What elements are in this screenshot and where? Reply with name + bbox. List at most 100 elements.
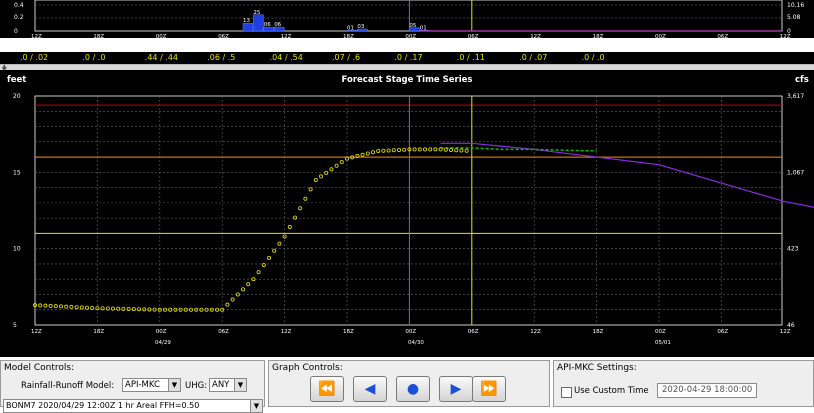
observed-point bbox=[402, 147, 407, 152]
precip-total-label: .0 / .0 bbox=[82, 53, 106, 62]
observed-point bbox=[287, 225, 292, 230]
observed-point bbox=[79, 305, 84, 310]
use-custom-time-label: Use Custom Time bbox=[574, 386, 649, 396]
stage-chart-svg: Forecast Stage Time Series feet cfs 20 15 10 5… bbox=[7, 75, 814, 346]
x-tick-label: 18Z bbox=[593, 329, 604, 335]
bar-value-label: 25 bbox=[253, 10, 260, 16]
next-step-button[interactable]: ▶ bbox=[439, 376, 473, 402]
chevron-down-icon[interactable]: ▼ bbox=[250, 400, 262, 412]
precip-total-label: .0 / .0 bbox=[581, 53, 605, 62]
use-custom-time-checkbox[interactable] bbox=[561, 387, 572, 398]
y-tick-label: 15 bbox=[13, 169, 21, 176]
observed-point bbox=[53, 304, 58, 309]
date-label: 04/29 bbox=[155, 340, 171, 346]
previous-step-button[interactable]: ◀ bbox=[353, 376, 387, 402]
precip-bar-chart: 0.4 0.2 0 10.16 5.08 0 12Z 18Z 00Z 06Z 12Z 18Z 00Z 06… bbox=[0, 0, 814, 40]
custom-time-field[interactable]: 2020-04-29 18:00:00 bbox=[657, 383, 757, 398]
bar-value-label: 03 bbox=[357, 24, 364, 30]
double-chevron-left-icon: ⏪ bbox=[318, 381, 336, 397]
y-tick-label-right: 423 bbox=[787, 246, 799, 253]
x-tick-label: 00Z bbox=[405, 34, 416, 38]
precip-total-label: .0 / .02 bbox=[20, 53, 49, 62]
rainfall-runoff-select[interactable]: API-MKC ▼ bbox=[122, 378, 181, 392]
date-label: 04/30 bbox=[408, 340, 424, 346]
observed-point bbox=[292, 215, 297, 220]
observed-point bbox=[43, 303, 48, 308]
observed-point bbox=[433, 147, 438, 152]
observed-point bbox=[126, 306, 131, 311]
observed-point bbox=[240, 287, 245, 292]
observed-point bbox=[142, 307, 147, 312]
api-settings-title: API-MKC Settings: bbox=[557, 363, 637, 373]
observed-point bbox=[334, 163, 339, 168]
observed-point bbox=[69, 304, 74, 309]
observed-point bbox=[266, 255, 271, 260]
y-axis-label: feet bbox=[7, 75, 26, 85]
x-tick-label: 12Z bbox=[31, 34, 42, 38]
circle-icon: ● bbox=[406, 381, 420, 397]
observed-point bbox=[308, 187, 313, 192]
y-tick-label: 0.4 bbox=[14, 2, 24, 9]
forecast-series-line bbox=[440, 142, 814, 208]
first-step-button[interactable]: ⏪ bbox=[310, 376, 344, 402]
observed-point bbox=[136, 307, 141, 312]
last-step-button[interactable]: ⏩ bbox=[472, 376, 506, 402]
ffh-select[interactable]: BONM7 2020/04/29 12:00Z 1 hr Areal FFH=0… bbox=[3, 399, 263, 413]
observed-point bbox=[391, 148, 396, 153]
y-tick-label-right: 10.16 bbox=[787, 2, 804, 9]
precip-total-label: .06 / .5 bbox=[207, 53, 236, 62]
observed-point bbox=[376, 148, 381, 153]
double-chevron-right-icon: ⏩ bbox=[480, 381, 498, 397]
observed-point bbox=[318, 174, 323, 179]
x-tick-label: 06Z bbox=[717, 329, 728, 335]
observed-point bbox=[454, 148, 459, 153]
x-tick-label: 12Z bbox=[780, 329, 791, 335]
x-tick-label: 06Z bbox=[468, 34, 479, 38]
x-tick-label: 06Z bbox=[468, 329, 479, 335]
precip-total-label: .44 / .44 bbox=[144, 53, 179, 62]
observed-point bbox=[131, 307, 136, 312]
plot-frame bbox=[34, 95, 783, 326]
bar-value-label: 06 bbox=[264, 22, 271, 28]
observed-point bbox=[230, 297, 235, 302]
observed-point bbox=[303, 196, 308, 201]
ffh-value: BONM7 2020/04/29 12:00Z 1 hr Areal FFH=0… bbox=[6, 401, 200, 410]
api-settings-panel: API-MKC Settings: Use Custom Time 2020-0… bbox=[553, 360, 814, 407]
observed-point bbox=[38, 303, 43, 308]
observed-point bbox=[74, 305, 79, 310]
observed-point bbox=[272, 248, 277, 253]
precip-bar bbox=[253, 14, 264, 32]
chart-title: Forecast Stage Time Series bbox=[342, 75, 473, 85]
observed-point bbox=[100, 306, 105, 311]
observed-point bbox=[225, 302, 230, 307]
bar-value-label: 05 bbox=[409, 23, 416, 29]
x-tick-label: 18Z bbox=[343, 34, 354, 38]
precip-total-label: .04 / .54 bbox=[269, 53, 303, 62]
precip-total-label: .0 / .11 bbox=[456, 53, 485, 62]
y-tick-label: 0.2 bbox=[14, 14, 24, 21]
bar-value-label: 01 bbox=[347, 25, 354, 31]
uhg-label: UHG: bbox=[185, 381, 208, 391]
x-tick-label: 06Z bbox=[218, 34, 229, 38]
x-tick-label: 06Z bbox=[717, 34, 728, 38]
y-tick-label: 0 bbox=[14, 28, 18, 35]
observed-point bbox=[370, 150, 375, 155]
observed-point bbox=[422, 147, 427, 152]
y-tick-label: 10 bbox=[13, 246, 21, 253]
triangle-left-icon: ◀ bbox=[364, 381, 376, 397]
y-tick-label-right: 3,617 bbox=[787, 93, 804, 100]
chevron-down-icon[interactable]: ▼ bbox=[234, 379, 246, 391]
x-tick-label: 00Z bbox=[156, 329, 167, 335]
current-time-button[interactable]: ● bbox=[396, 376, 430, 402]
precip-bar bbox=[242, 22, 254, 32]
bar-value-label: 13 bbox=[243, 18, 250, 24]
x-tick-label: 06Z bbox=[218, 329, 229, 335]
uhg-select[interactable]: ANY ▼ bbox=[209, 378, 247, 392]
x-tick-label: 12Z bbox=[530, 34, 541, 38]
model-controls-panel: Model Controls: Rainfall-Runoff Model: A… bbox=[0, 360, 265, 413]
observed-point bbox=[59, 304, 64, 309]
chevron-down-icon[interactable]: ▼ bbox=[168, 379, 180, 391]
observed-point bbox=[64, 304, 69, 309]
x-tick-label: 12Z bbox=[530, 329, 541, 335]
observed-point bbox=[90, 305, 95, 310]
